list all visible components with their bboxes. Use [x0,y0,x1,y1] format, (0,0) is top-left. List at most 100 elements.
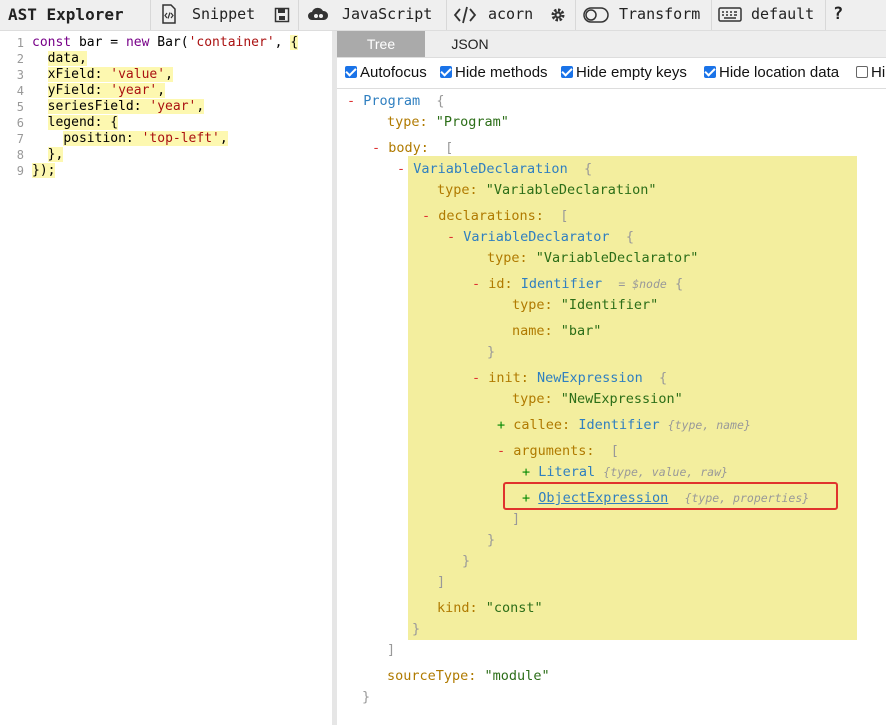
prop-declarations[interactable]: - declarations: [ [422,207,568,225]
line-number: 1 [16,36,24,50]
hide-empty-keys-checkbox[interactable] [561,66,573,78]
code-icon [453,6,477,24]
node-name: VariableDeclarator [463,229,610,245]
keymap-select[interactable]: default [718,0,822,30]
hide-empty-keys-option[interactable]: Hide empty keys [561,64,687,82]
close-brace: } [462,553,471,569]
hide-type-keys-option[interactable]: Hi [856,64,885,82]
collapse-toggle[interactable]: - [397,161,413,177]
hide-location-checkbox[interactable] [704,66,716,78]
prop-key: type: [487,250,528,266]
parser-label: acorn [488,5,534,23]
prop-init[interactable]: - init: NewExpression { [472,369,667,387]
prop-key: declarations: [438,208,544,224]
prop-type: type: "NewExpression" [512,390,683,408]
line-code[interactable]: xField: 'value', [32,67,173,83]
help-button[interactable]: ? [833,0,843,30]
autofocus-option[interactable]: Autofocus [345,64,427,82]
prop-arguments[interactable]: - arguments: [ [497,442,619,460]
collapse-toggle[interactable]: - [472,276,488,292]
tree-node-variable-declarator[interactable]: - VariableDeclarator { [447,228,634,246]
file-code-icon [162,4,176,24]
prop-type: type: "Program" [387,113,509,131]
collapse-toggle[interactable]: - [422,208,438,224]
close-brace: } [487,532,496,548]
line-code[interactable]: yField: 'year', [32,83,166,99]
line-number: 3 [16,68,24,82]
toolbar-divider [446,0,447,30]
collapse-toggle[interactable]: - [347,93,363,109]
tree-node-variable-declaration[interactable]: - VariableDeclaration { [397,160,592,178]
language-select[interactable]: JavaScript [306,0,442,30]
hide-location-option[interactable]: Hide location data [704,64,839,82]
hide-methods-option[interactable]: Hide methods [440,64,548,82]
line-number: 5 [16,100,24,114]
collapse-toggle[interactable]: - [447,229,463,245]
line-code[interactable]: legend: { [32,115,119,131]
prop-value: "VariableDeclarator" [535,250,699,266]
parser-select[interactable]: acorn [453,0,541,30]
save-button[interactable] [272,0,292,30]
prop-key: init: [488,370,529,386]
line-number: 8 [16,148,24,162]
prop-callee[interactable]: + callee: Identifier {type, name} [497,416,751,434]
prop-key: id: [488,276,513,292]
tree-node-literal[interactable]: + Literal {type, value, raw} [522,463,728,481]
line-code[interactable]: const bar = new Bar('container', { [32,35,299,51]
close-bracket: ] [387,642,396,658]
prop-type: type: "Identifier" [512,296,658,314]
tree-options-bar: Autofocus Hide methods Hide empty keys H… [337,58,886,89]
cloud-icon [308,7,329,20]
line-code[interactable]: }, [32,147,64,163]
hide-empty-keys-label: Hide empty keys [576,64,687,81]
tab-json[interactable]: JSON [425,31,515,57]
autofocus-checkbox[interactable] [345,66,357,78]
toolbar: AST Explorer Snippet JavaScript acorn Tr… [0,0,886,31]
prop-id[interactable]: - id: Identifier = $node { [472,275,683,293]
prop-value: "NewExpression" [560,391,683,407]
prop-key: name: [512,323,553,339]
expand-toggle[interactable]: + [522,464,538,480]
prop-value: "module" [484,668,550,684]
prop-key: body: [388,140,429,156]
transform-toggle[interactable]: Transform [583,0,709,30]
hide-methods-checkbox[interactable] [440,66,452,78]
autofocus-label: Autofocus [360,64,427,81]
annotation-highlight-box [503,482,838,510]
prop-key: kind: [437,600,478,616]
line-code[interactable]: seriesField: 'year', [32,99,205,115]
snippet-button[interactable]: Snippet [158,0,268,30]
hide-type-keys-label: Hi [871,64,886,81]
line-number: 6 [16,116,24,130]
prop-body[interactable]: - body: [ [372,139,453,157]
line-code[interactable]: }); [32,163,56,179]
close-bracket: ] [437,574,446,590]
prop-value: "Identifier" [560,297,659,313]
prop-type: type: "VariableDeclarator" [487,249,698,267]
line-number: 7 [16,132,24,146]
node-name: Identifier [520,276,603,292]
hide-type-keys-checkbox[interactable] [856,66,868,78]
close-bracket: ] [512,511,521,527]
line-code[interactable]: data, [32,51,87,67]
tab-tree[interactable]: Tree [337,31,425,57]
hide-methods-label: Hide methods [455,64,548,81]
toolbar-divider [575,0,576,30]
collapse-toggle[interactable]: - [472,370,488,386]
node-name: Literal [538,464,596,480]
node-summary: {type, value, raw} [603,465,728,479]
toggle-off-icon [583,7,609,23]
collapse-toggle[interactable]: - [497,443,513,459]
prop-type: type: "VariableDeclaration" [437,181,656,199]
expand-toggle[interactable]: + [497,417,513,433]
code-editor[interactable]: 1 const bar = new Bar('container', {2 dat… [0,31,332,725]
hide-location-label: Hide location data [719,64,840,81]
snippet-label: Snippet [192,5,256,23]
line-number: 9 [16,164,24,178]
gear-icon [551,8,565,22]
keymap-label: default [751,5,815,23]
tree-node-program[interactable]: - Program { [347,92,445,110]
parser-settings-button[interactable] [549,0,569,30]
line-code[interactable]: position: 'top-left', [32,131,228,147]
collapse-toggle[interactable]: - [372,140,388,156]
